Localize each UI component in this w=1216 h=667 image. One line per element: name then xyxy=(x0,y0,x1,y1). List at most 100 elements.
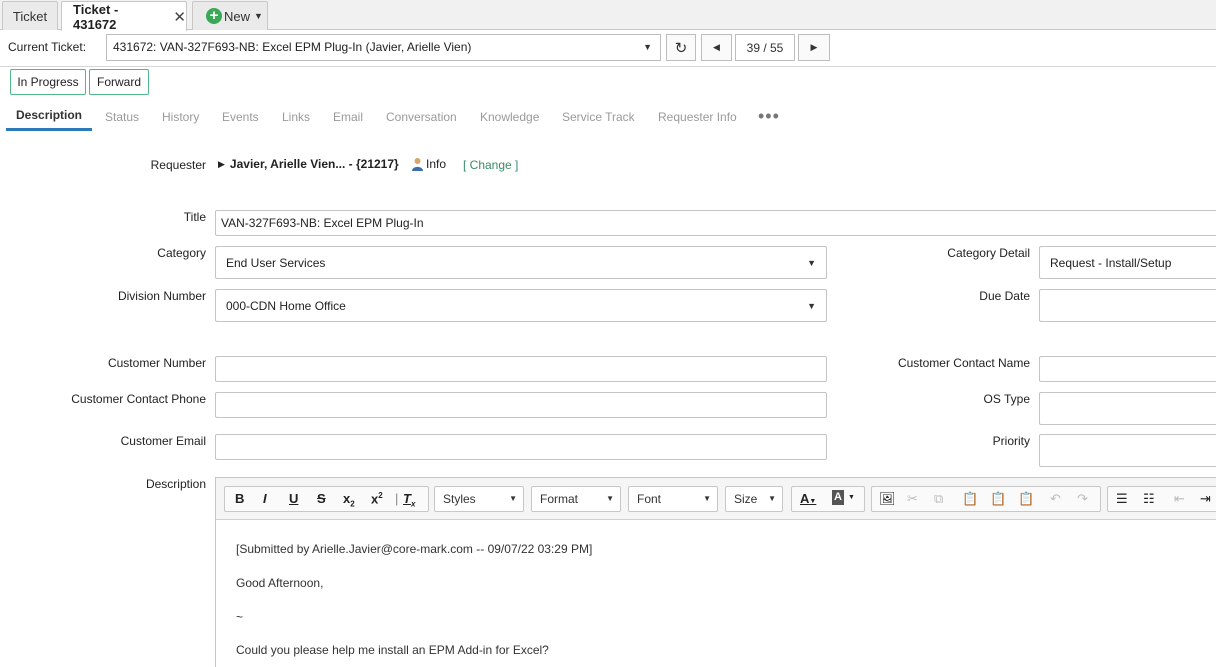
subscript-button[interactable]: x2 xyxy=(343,491,355,509)
requester-value[interactable]: ▶ Javier, Arielle Vien... - {21217} xyxy=(218,157,399,171)
list-group: ☰ ☷ ⇤ ⇥ xyxy=(1107,486,1216,512)
bold-button[interactable]: B xyxy=(235,491,244,506)
tab-requester-info[interactable]: Requester Info xyxy=(658,110,737,124)
tab-current-ticket[interactable]: Ticket - 431672 ✕ xyxy=(61,1,187,32)
tab-ticket-label: Ticket xyxy=(12,8,48,24)
refresh-button[interactable]: ↻ xyxy=(666,34,696,61)
paste-icon[interactable]: 📋 xyxy=(962,491,978,507)
tab-links[interactable]: Links xyxy=(282,110,310,124)
close-icon[interactable]: ✕ xyxy=(173,8,186,26)
customer-contact-name-label: Customer Contact Name xyxy=(897,356,1030,370)
priority-input[interactable] xyxy=(1039,434,1216,467)
division-number-value: 000-CDN Home Office xyxy=(226,298,346,313)
division-number-select[interactable]: 000-CDN Home Office ▼ xyxy=(215,289,827,322)
strikethrough-button[interactable]: S xyxy=(317,491,326,506)
redo-icon[interactable]: ↷ xyxy=(1077,491,1088,507)
tab-status[interactable]: Status xyxy=(105,110,139,124)
category-detail-select[interactable]: Request - Install/Setup xyxy=(1039,246,1216,279)
cut-icon[interactable]: ✂ xyxy=(907,491,918,507)
undo-icon[interactable]: ↶ xyxy=(1050,491,1061,507)
customer-number-input[interactable] xyxy=(215,356,827,382)
division-number-label: Division Number xyxy=(117,289,206,303)
chevron-down-icon: ▼ xyxy=(606,494,614,503)
size-label: Size xyxy=(734,492,758,506)
ticket-counter-value: 39 / 55 xyxy=(746,40,784,55)
copy-icon[interactable]: ⧉ xyxy=(934,491,943,507)
current-ticket-value: 431672: VAN-327F693-NB: Excel EPM Plug-I… xyxy=(113,40,472,54)
tab-service-track[interactable]: Service Track xyxy=(562,110,635,124)
font-label: Font xyxy=(637,492,662,506)
change-requester-link[interactable]: [ Change ] xyxy=(463,158,518,172)
remove-format-button[interactable]: Tx xyxy=(403,491,415,509)
detail-tabs: Description Status History Events Links … xyxy=(0,100,1216,132)
styles-dropdown[interactable]: Styles ▼ xyxy=(434,486,524,512)
user-icon xyxy=(412,158,423,171)
more-icon[interactable]: ••• xyxy=(758,106,780,127)
text-color-button[interactable]: A▼ xyxy=(800,491,816,506)
background-color-button[interactable]: A xyxy=(832,490,844,505)
title-value: VAN-327F693-NB: Excel EPM Plug-In xyxy=(221,216,424,230)
underline-button[interactable]: U xyxy=(289,491,298,506)
tab-strip: Ticket Ticket - 431672 ✕ + New ▼ xyxy=(0,0,1216,32)
tab-conversation[interactable]: Conversation xyxy=(386,110,457,124)
format-label: Format xyxy=(540,492,579,506)
requester-label: Requester xyxy=(150,158,206,172)
tab-new[interactable]: + New ▼ xyxy=(192,1,268,30)
title-input[interactable]: VAN-327F693-NB: Excel EPM Plug-In xyxy=(215,210,1216,236)
current-ticket-select[interactable]: 431672: VAN-327F693-NB: Excel EPM Plug-I… xyxy=(106,34,661,61)
description-label: Description xyxy=(145,477,206,491)
editor-line-greeting: Good Afternoon, xyxy=(236,576,324,590)
category-select[interactable]: End User Services ▼ xyxy=(215,246,827,279)
refresh-icon: ↻ xyxy=(674,39,688,57)
font-dropdown[interactable]: Font ▼ xyxy=(628,486,718,512)
outdent-icon[interactable]: ⇤ xyxy=(1174,491,1185,507)
color-group: A▼ A ▼ xyxy=(791,486,865,512)
tab-events[interactable]: Events xyxy=(222,110,259,124)
os-type-input[interactable] xyxy=(1039,392,1216,425)
tab-email[interactable]: Email xyxy=(333,110,363,124)
chevron-down-icon: ▼ xyxy=(703,494,711,503)
forward-button[interactable]: Forward xyxy=(89,69,149,95)
tab-ticket[interactable]: Ticket xyxy=(2,1,58,30)
italic-button[interactable]: I xyxy=(263,491,267,506)
tab-knowledge[interactable]: Knowledge xyxy=(480,110,539,124)
next-ticket-button[interactable]: ▶ xyxy=(798,34,830,61)
chevron-down-icon: ▼ xyxy=(848,494,855,501)
requester-info-button[interactable]: Info xyxy=(411,157,446,171)
editor-line-request: Could you please help me install an EPM … xyxy=(236,643,549,657)
customer-contact-phone-input[interactable] xyxy=(215,392,827,418)
customer-email-label: Customer Email xyxy=(120,434,206,448)
format-dropdown[interactable]: Format ▼ xyxy=(531,486,621,512)
tab-description[interactable]: Description xyxy=(16,108,82,122)
in-progress-button[interactable]: In Progress xyxy=(10,69,86,95)
paste-text-icon[interactable]: 📋 xyxy=(990,491,1006,507)
bulleted-list-icon[interactable]: ☷ xyxy=(1143,491,1155,507)
customer-contact-phone-label: Customer Contact Phone xyxy=(71,392,206,406)
editor-line-submitted: [Submitted by Arielle.Javier@core-mark.c… xyxy=(236,542,593,556)
description-editor: B I U S x2 x2 | Tx Styles ▼ Format ▼ Font ▼… xyxy=(215,477,1216,667)
chevron-down-icon: ▼ xyxy=(768,494,776,503)
superscript-button[interactable]: x2 xyxy=(371,491,383,506)
styles-label: Styles xyxy=(443,492,476,506)
category-detail-value: Request - Install/Setup xyxy=(1050,255,1172,270)
category-detail-label: Category Detail xyxy=(947,246,1030,260)
customer-email-input[interactable] xyxy=(215,434,827,460)
due-date-input[interactable] xyxy=(1039,289,1216,322)
chevron-down-icon: ▼ xyxy=(807,300,816,311)
numbered-list-icon[interactable]: ☰ xyxy=(1116,491,1128,507)
paste-word-icon[interactable]: 📋 xyxy=(1018,491,1034,507)
tab-history[interactable]: History xyxy=(162,110,199,124)
previous-ticket-button[interactable]: ◀ xyxy=(701,34,732,61)
plus-icon: + xyxy=(206,8,222,24)
insert-group: 🖼 ✂ ⧉ 📋 📋 📋 ↶ ↷ xyxy=(871,486,1101,512)
active-tab-indicator xyxy=(6,128,92,131)
size-dropdown[interactable]: Size ▼ xyxy=(725,486,783,512)
text-format-group: B I U S x2 x2 | Tx xyxy=(224,486,429,512)
ticket-counter: 39 / 55 xyxy=(735,34,795,61)
image-icon[interactable]: 🖼 xyxy=(879,491,896,507)
due-date-label: Due Date xyxy=(979,289,1030,303)
indent-icon[interactable]: ⇥ xyxy=(1200,491,1211,507)
customer-contact-name-input[interactable] xyxy=(1039,356,1216,382)
description-form: Requester ▶ Javier, Arielle Vien... - {2… xyxy=(0,136,1216,667)
tab-new-label: New xyxy=(224,8,251,24)
